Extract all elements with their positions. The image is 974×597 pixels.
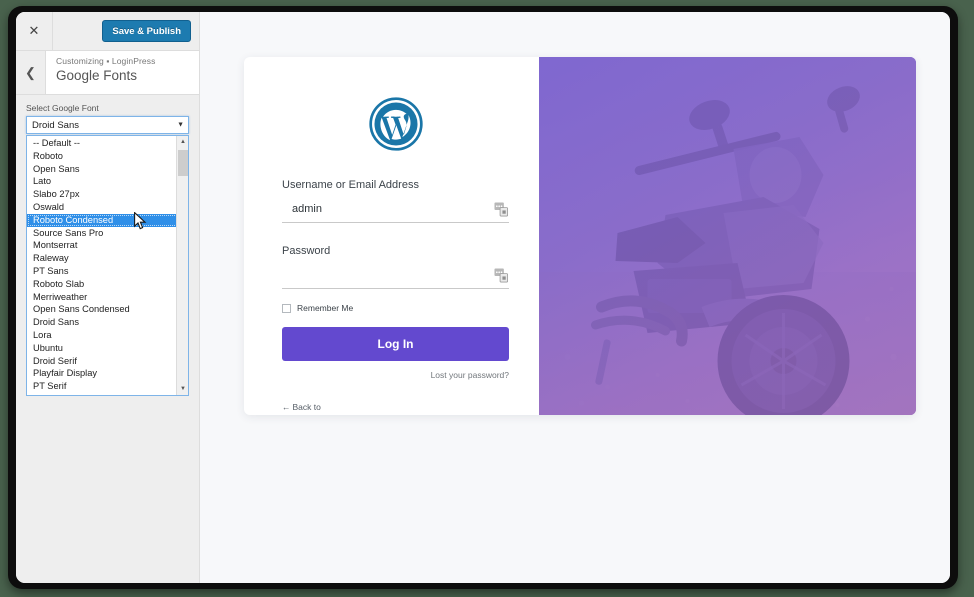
- password-field-wrap: [282, 262, 509, 289]
- screen-viewport: ✕ Save & Publish ❮ Customizing ▪ LoginPr…: [16, 12, 950, 583]
- remember-me-row: Remember Me: [282, 303, 509, 313]
- remember-me-checkbox[interactable]: [282, 303, 291, 313]
- font-option[interactable]: Montserrat: [27, 239, 188, 252]
- font-option[interactable]: Merriweather: [27, 291, 188, 304]
- page-title: Google Fonts: [56, 68, 138, 83]
- font-option[interactable]: PT Serif: [27, 380, 188, 393]
- close-icon[interactable]: ✕: [16, 12, 53, 50]
- save-and-publish-button[interactable]: Save & Publish: [102, 20, 191, 42]
- font-option[interactable]: Roboto Slab: [27, 278, 188, 291]
- username-input[interactable]: [282, 196, 509, 222]
- font-option[interactable]: Open Sans: [27, 163, 188, 176]
- font-option[interactable]: PT Sans: [27, 265, 188, 278]
- customizer-header: ✕ Save & Publish: [16, 12, 199, 51]
- font-option[interactable]: Source Sans Pro: [27, 227, 188, 240]
- back-to-label: Back to: [292, 402, 321, 412]
- font-option[interactable]: Droid Serif: [27, 355, 188, 368]
- username-label: Username or Email Address: [282, 179, 419, 191]
- font-option[interactable]: Roboto: [27, 150, 188, 163]
- control-label: Select Google Font: [26, 103, 99, 113]
- font-option[interactable]: Lora: [27, 329, 188, 342]
- purple-gradient-overlay: [539, 57, 916, 415]
- login-form: Username or Email Address Password: [244, 57, 539, 415]
- log-in-button[interactable]: Log In: [282, 327, 509, 361]
- dropdown-scrollbar[interactable]: ▲ ▼: [176, 136, 188, 395]
- remember-me-label: Remember Me: [297, 303, 354, 313]
- breadcrumb: Customizing ▪ LoginPress: [56, 56, 156, 66]
- font-option[interactable]: Lato: [27, 175, 188, 188]
- font-option[interactable]: Open Sans Condensed: [27, 303, 188, 316]
- font-option[interactable]: Droid Sans: [27, 316, 188, 329]
- google-font-select[interactable]: Droid Sans ▼: [26, 116, 189, 134]
- customizer-preview: Username or Email Address Password: [200, 12, 950, 583]
- password-label: Password: [282, 245, 331, 257]
- login-card: Username or Email Address Password: [244, 57, 916, 415]
- font-option[interactable]: Slabo 27px: [27, 188, 188, 201]
- font-option[interactable]: Playfair Display: [27, 367, 188, 380]
- chevron-down-icon: ▼: [177, 121, 184, 129]
- font-option[interactable]: Ubuntu: [27, 342, 188, 355]
- panel-header: ❮ Customizing ▪ LoginPress Google Fonts: [16, 51, 199, 95]
- google-font-control: Select Google Font Droid Sans ▼ -- Defau…: [16, 95, 199, 396]
- panel-title-group: Customizing ▪ LoginPress Google Fonts: [46, 51, 155, 94]
- font-option[interactable]: Roboto Condensed: [27, 213, 188, 227]
- save-button-label: Save & Publish: [112, 25, 181, 37]
- scrollbar-thumb[interactable]: [178, 150, 188, 176]
- lost-password-link[interactable]: Lost your password?: [282, 370, 509, 380]
- password-input[interactable]: [282, 262, 509, 288]
- font-option[interactable]: Raleway: [27, 252, 188, 265]
- font-option[interactable]: -- Default --: [27, 137, 188, 150]
- username-field-wrap: [282, 196, 509, 223]
- google-font-dropdown-list[interactable]: -- Default -- Roboto Open Sans Lato Slabo 27…: [26, 135, 189, 396]
- left-arrow-icon: ←: [282, 402, 290, 412]
- option-list: -- Default -- Roboto Open Sans Lato Slabo 27…: [27, 136, 188, 393]
- font-option[interactable]: Oswald: [27, 201, 188, 214]
- chevron-left-icon[interactable]: ❮: [16, 51, 46, 94]
- select-selected-value: Droid Sans: [32, 119, 79, 131]
- motorcycle-photo: [539, 57, 916, 415]
- scroll-up-arrow-icon[interactable]: ▲: [177, 136, 188, 148]
- browser-frame: ✕ Save & Publish ❮ Customizing ▪ LoginPr…: [8, 6, 958, 589]
- wordpress-logo-icon: [368, 97, 423, 151]
- customizer-sidebar: ✕ Save & Publish ❮ Customizing ▪ LoginPr…: [16, 12, 200, 583]
- scroll-down-arrow-icon[interactable]: ▼: [177, 383, 188, 395]
- back-to-site-link[interactable]: ← Back to: [282, 402, 509, 412]
